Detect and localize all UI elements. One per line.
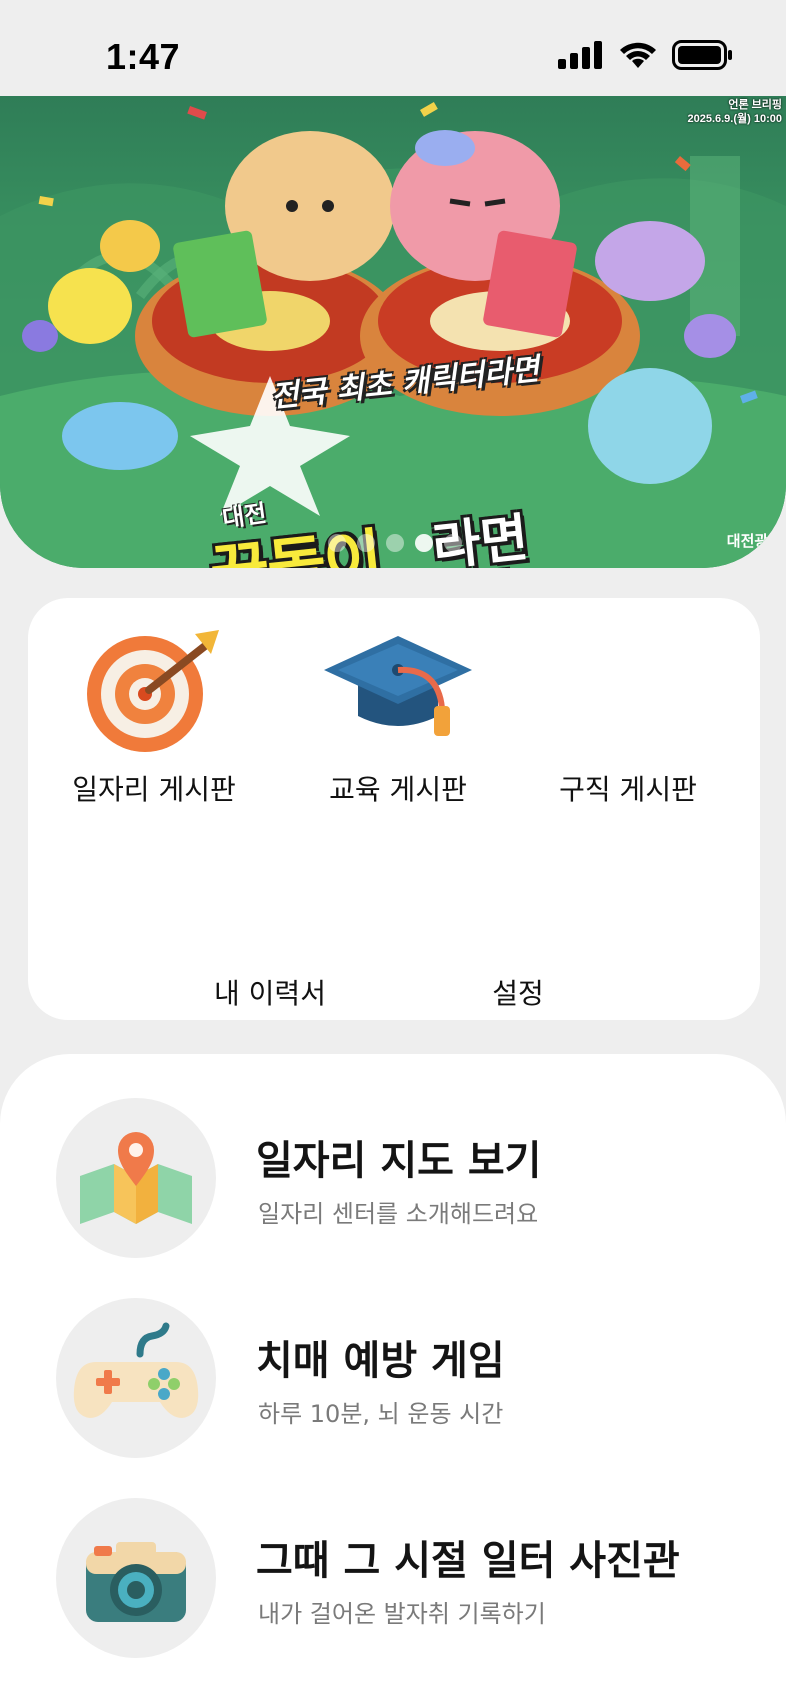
carousel-dot[interactable] [328, 534, 346, 552]
feature-title: 일자리 지도 보기 [256, 1138, 542, 1184]
status-icons [558, 40, 734, 70]
menu-label: 내 이력서 [214, 977, 326, 1010]
status-time: 1:47 [106, 36, 181, 77]
feature-subtitle: 일자리 센터를 소개해드려요 [258, 1200, 539, 1228]
feature-icon-circle [56, 1498, 216, 1658]
menu-item-my-resume[interactable]: 내 이력서 [170, 972, 370, 1012]
menu-label: 구직 게시판 [559, 773, 697, 806]
menu-label: 교육 게시판 [329, 773, 467, 806]
feature-icon-circle [56, 1298, 216, 1458]
gamepad-icon [73, 1322, 199, 1418]
camera-icon [86, 1542, 186, 1622]
feature-subtitle: 하루 10분, 뇌 운동 시간 [258, 1400, 504, 1428]
feature-job-map[interactable]: 일자리 지도 보기 일자리 센터를 소개해드려요 [56, 1098, 756, 1258]
feature-title: 그때 그 시절 일터 사진관 [256, 1538, 680, 1584]
feature-list-card: 일자리 지도 보기 일자리 센터를 소개해드려요 치매 예방 게임 하루 10분… [0, 1054, 786, 1704]
carousel-dot[interactable] [386, 534, 404, 552]
menu-item-jobs-board[interactable]: 일자리 게시판 [54, 624, 254, 808]
wifi-icon [620, 42, 656, 68]
carousel-dot-active[interactable] [415, 534, 433, 552]
menu-label: 일자리 게시판 [72, 773, 236, 806]
menu-label: 설정 [492, 977, 544, 1010]
target-icon [87, 630, 219, 752]
promo-banner[interactable]: 언론 브리핑 2025.6.9.(월) 10:00 전국 최초 캐릭터라면 대전… [0, 96, 786, 568]
feature-icon-circle [56, 1098, 216, 1258]
feature-title: 치매 예방 게임 [256, 1338, 505, 1384]
banner-press-label: 언론 브리핑 [728, 99, 782, 111]
status-bar: 1:47 [0, 0, 786, 96]
graduation-cap-icon [324, 636, 472, 736]
carousel-dot[interactable] [444, 534, 462, 552]
cellular-signal-icon [558, 41, 602, 69]
feature-subtitle: 내가 걸어온 발자취 기록하기 [258, 1600, 546, 1628]
quick-menu-card: 일자리 게시판 교육 게시판 구직 게시판 내 이력서 설정 [28, 598, 760, 1020]
banner-press-date: 2025.6.9.(월) 10:00 [687, 113, 782, 125]
carousel-dot[interactable] [357, 534, 375, 552]
banner-illustration [0, 102, 786, 568]
map-pin-icon [80, 1132, 192, 1224]
battery-icon [672, 40, 732, 70]
banner-logo: 대전광역 [726, 532, 782, 550]
menu-item-job-seeking-board[interactable]: 구직 게시판 [528, 768, 728, 808]
feature-dementia-game[interactable]: 치매 예방 게임 하루 10분, 뇌 운동 시간 [56, 1298, 756, 1458]
feature-photo-studio[interactable]: 그때 그 시절 일터 사진관 내가 걸어온 발자취 기록하기 [56, 1498, 756, 1658]
menu-item-education-board[interactable]: 교육 게시판 [298, 624, 498, 808]
menu-item-settings[interactable]: 설정 [438, 972, 598, 1012]
banner-press-info: 언론 브리핑 2025.6.9.(월) 10:00 [687, 98, 782, 126]
carousel-dots [328, 534, 462, 552]
